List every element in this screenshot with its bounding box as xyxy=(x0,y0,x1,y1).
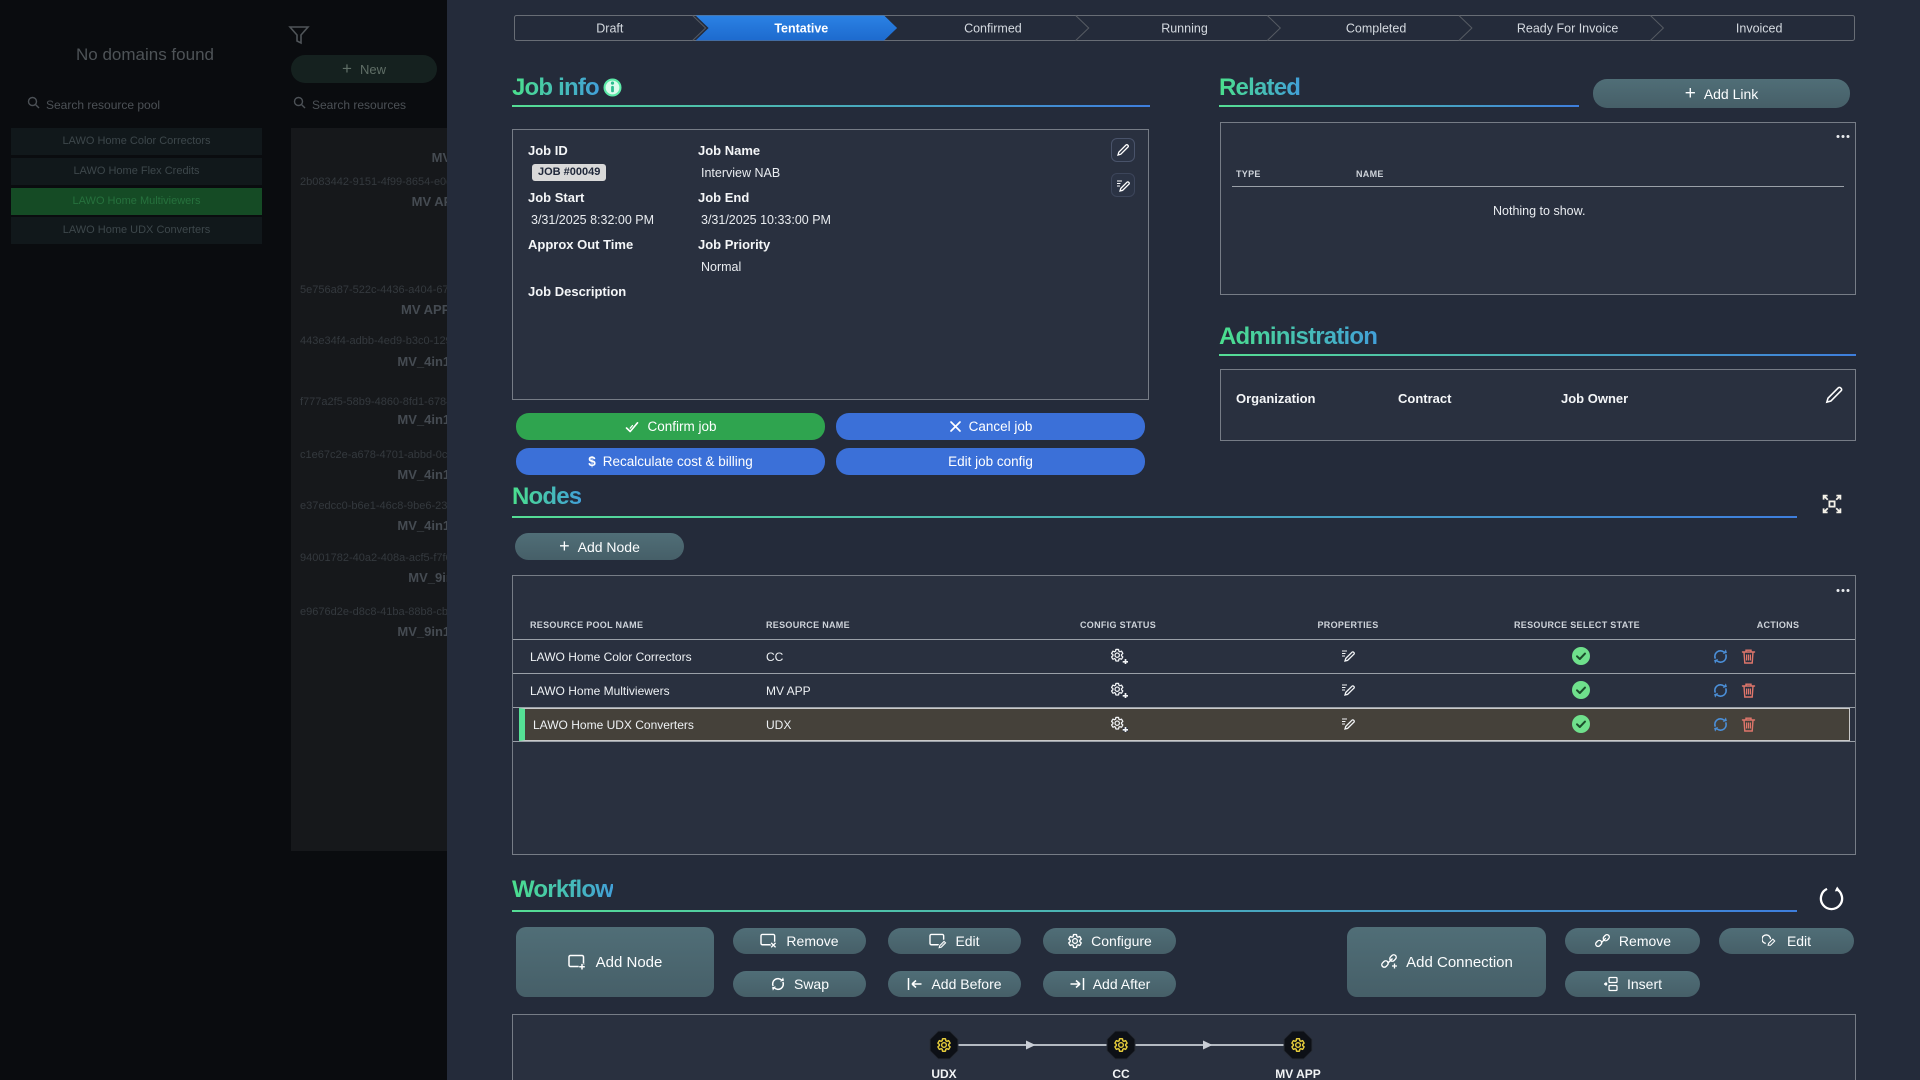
svg-text:Running: Running xyxy=(1161,22,1208,36)
svg-text:Tentative: Tentative xyxy=(774,22,828,36)
svg-text:Confirmed: Confirmed xyxy=(964,22,1022,36)
svg-text:Draft: Draft xyxy=(596,22,624,36)
svg-text:Invoiced: Invoiced xyxy=(1736,22,1783,36)
svg-text:Ready For Invoice: Ready For Invoice xyxy=(1517,22,1618,36)
svg-text:Completed: Completed xyxy=(1346,22,1406,36)
